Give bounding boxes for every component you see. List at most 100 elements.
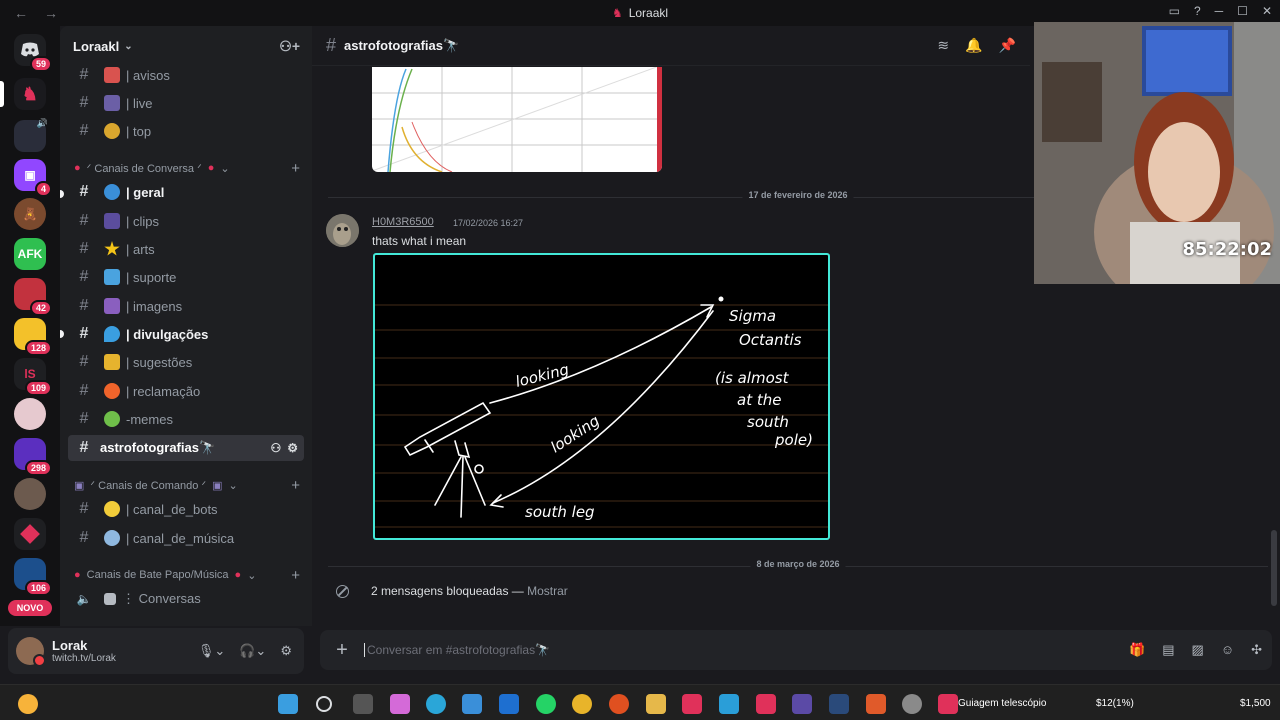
server-icon-red-diamond[interactable]: [14, 518, 46, 550]
maximize-icon[interactable]: ☐: [1237, 4, 1248, 18]
app-grid-icon[interactable]: [866, 694, 886, 714]
channel-title: astrofotografias🔭: [344, 37, 460, 53]
category-comando[interactable]: ▣ ᐟ Canais de Comando ᐟ ▣ ⌄ +: [74, 475, 300, 495]
server-icon-photo[interactable]: [14, 478, 46, 510]
search-icon[interactable]: [316, 696, 332, 712]
threads-icon[interactable]: ≋: [937, 37, 949, 54]
channel-label: ⋮ Conversas: [122, 591, 201, 606]
minimize-icon[interactable]: ─: [1215, 4, 1224, 18]
notification-bell-icon[interactable]: 🔔: [965, 37, 982, 54]
emoji-icon[interactable]: ☺: [1221, 642, 1234, 658]
add-channel-icon[interactable]: +: [291, 567, 300, 584]
file-explorer-icon[interactable]: [646, 694, 666, 714]
server-icon-bear[interactable]: 🧸: [14, 198, 46, 230]
globe-icon: [104, 184, 120, 200]
chrome-icon[interactable]: [572, 694, 592, 714]
server-icon-dark[interactable]: 🔊: [14, 118, 48, 152]
task-view-icon[interactable]: [353, 694, 373, 714]
channel-memes[interactable]: # -memes: [68, 406, 304, 432]
attachment-image-graph[interactable]: [372, 67, 662, 172]
channel-label: | arts: [126, 241, 155, 257]
channel-astrofotografias[interactable]: # astrofotografias🔭 ⚇ ⚙: [68, 435, 304, 461]
guild-header[interactable]: Loraakl ⌄ ⚇+: [60, 26, 312, 66]
discord-app: ← → ♞ Loraakl ▭ ? ─ ☐ ✕ 59 ♞ 🔊 ▣ 4 🧸 AFK …: [0, 0, 1280, 684]
looking-label-2: looking: [547, 412, 602, 457]
user-info[interactable]: Lorak twitch.tv/Lorak: [52, 638, 116, 664]
channel-avisos[interactable]: # | avisos: [68, 62, 304, 88]
server-icon-red-face[interactable]: 42: [14, 278, 52, 316]
server-icon-loraakl[interactable]: ♞: [0, 78, 46, 110]
server-icon-twitch[interactable]: ▣ 4: [14, 159, 52, 197]
channel-live[interactable]: # | live: [68, 90, 304, 116]
author-avatar[interactable]: [326, 214, 359, 247]
gif-icon[interactable]: ▤: [1162, 642, 1174, 658]
channel-arts[interactable]: # | arts: [68, 236, 304, 262]
chat-scrollbar[interactable]: [1271, 530, 1277, 606]
channel-divulgacoes[interactable]: # | divulgações: [68, 321, 304, 347]
user-panel: Lorak twitch.tv/Lorak 🎙⌄ 🎧⌄ ⚙: [8, 628, 304, 674]
channel-suporte[interactable]: # | suporte: [68, 264, 304, 290]
channel-top[interactable]: # | top: [68, 118, 304, 144]
app-pink-2-icon[interactable]: [756, 694, 776, 714]
start-windows-icon[interactable]: [278, 694, 298, 714]
pin-icon[interactable]: 📌: [999, 37, 1016, 54]
inbox-icon[interactable]: ▭: [1169, 4, 1180, 18]
channel-reclamacao[interactable]: # | reclamação: [68, 378, 304, 404]
channel-geral[interactable]: # | geral: [68, 179, 304, 205]
app-purple-icon[interactable]: [792, 694, 812, 714]
server-icon-home[interactable]: 59: [14, 34, 52, 72]
settings-gear-icon[interactable]: ⚙: [280, 643, 292, 659]
channel-label: | suporte: [126, 269, 177, 285]
server-icon-afk[interactable]: AFK: [14, 238, 46, 270]
help-icon[interactable]: ?: [1194, 4, 1201, 18]
guide-app-icon[interactable]: [938, 694, 958, 714]
server-icon-blue[interactable]: 106: [14, 558, 52, 596]
home-badge: 59: [29, 56, 52, 72]
close-icon[interactable]: ✕: [1262, 4, 1272, 18]
author-name[interactable]: H0M3R6500: [372, 216, 434, 228]
category-conversa[interactable]: ● ᐟ Canais de Conversa ᐟ ● ⌄ +: [74, 158, 300, 178]
edge-browser-icon[interactable]: [426, 694, 446, 714]
headphones-icon[interactable]: 🎧⌄: [239, 643, 266, 659]
invite-user-icon[interactable]: ⚇+: [279, 38, 300, 55]
opera-icon[interactable]: [609, 694, 629, 714]
add-attachment-icon[interactable]: +: [320, 639, 364, 662]
taskbar-app-label[interactable]: Guiagem telescópio: [958, 698, 1046, 709]
add-channel-icon[interactable]: +: [291, 477, 300, 494]
add-channel-icon[interactable]: +: [291, 160, 300, 177]
invite-icon[interactable]: ⚇: [270, 441, 281, 455]
server-icon-yellow[interactable]: 128: [14, 318, 52, 356]
channel-imagens[interactable]: # | imagens: [68, 293, 304, 319]
app-planet-icon[interactable]: [902, 694, 922, 714]
channel-clips[interactable]: # | clips: [68, 208, 304, 234]
vscode-icon[interactable]: [499, 694, 519, 714]
selected-pill: [0, 81, 4, 107]
app-pink-icon[interactable]: [682, 694, 702, 714]
message-input[interactable]: Conversar em #astrofotografias🔭: [364, 643, 550, 657]
header-actions: ≋ 🔔 📌: [937, 37, 1016, 54]
voice-channel-conversas[interactable]: 🔈 ⋮ Conversas: [68, 586, 304, 612]
channel-settings-gear-icon[interactable]: ⚙: [287, 441, 298, 455]
avatar[interactable]: [16, 637, 46, 667]
store-icon[interactable]: [462, 694, 482, 714]
server-icon-purple[interactable]: 298: [14, 438, 52, 476]
new-badge[interactable]: NOVO: [8, 600, 52, 616]
apps-icon[interactable]: ✣: [1251, 642, 1262, 658]
microphone-icon[interactable]: 🎙⌄: [198, 643, 225, 659]
sticker-icon[interactable]: ▨: [1192, 642, 1204, 658]
app-monitor-icon[interactable]: [829, 694, 849, 714]
attachment-image-drawing[interactable]: Sigma Octantis (is almost at the south p…: [373, 253, 830, 540]
channel-sugestoes[interactable]: # | sugestões: [68, 349, 304, 375]
copilot-icon[interactable]: [390, 694, 410, 714]
channel-canal-de-musica[interactable]: # | canal_de_música: [68, 525, 304, 551]
server-icon-red-logo[interactable]: lS 109: [14, 358, 52, 396]
show-blocked-link[interactable]: Mostrar: [527, 584, 568, 598]
category-bate-papo[interactable]: ● Canais de Bate Papo/Música ● ⌄ +: [74, 565, 300, 585]
channel-canal-de-bots[interactable]: # | canal_de_bots: [68, 496, 304, 522]
whatsapp-icon[interactable]: [536, 694, 556, 714]
server-icon-pink[interactable]: [14, 398, 46, 430]
app-blue-icon[interactable]: [719, 694, 739, 714]
gift-icon[interactable]: 🎁: [1129, 642, 1145, 658]
weather-icon[interactable]: [18, 694, 38, 714]
hash-icon: #: [79, 382, 89, 399]
